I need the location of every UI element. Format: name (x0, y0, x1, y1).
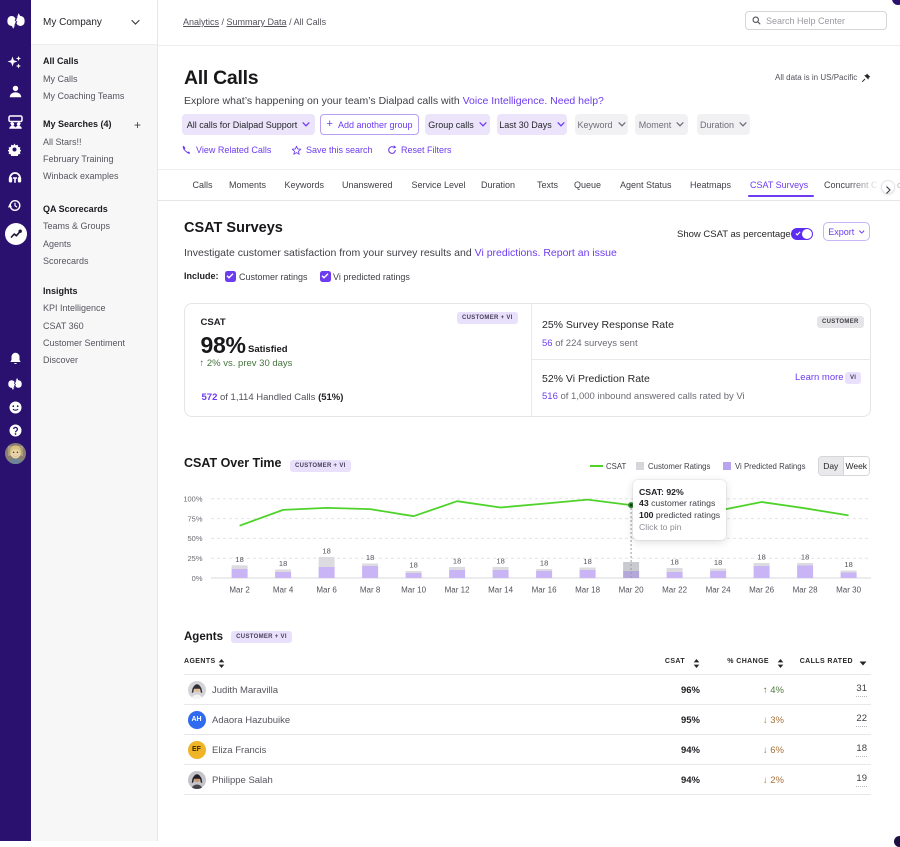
svg-text:50%: 50% (187, 534, 202, 543)
svg-text:18: 18 (496, 557, 504, 566)
svg-text:18: 18 (583, 557, 591, 566)
svg-text:Mar 10: Mar 10 (401, 586, 426, 595)
svg-text:18: 18 (409, 561, 417, 570)
svg-text:Mar 30: Mar 30 (836, 586, 861, 595)
svg-text:Mar 26: Mar 26 (749, 586, 774, 595)
svg-text:18: 18 (235, 555, 243, 564)
svg-text:Mar 28: Mar 28 (793, 586, 818, 595)
svg-text:Mar 14: Mar 14 (488, 586, 513, 595)
svg-text:18: 18 (670, 558, 678, 567)
svg-text:100%: 100% (184, 495, 203, 504)
svg-text:18: 18 (366, 553, 374, 562)
svg-text:Mar 18: Mar 18 (575, 586, 600, 595)
svg-text:75%: 75% (187, 514, 202, 523)
svg-text:18: 18 (540, 559, 548, 568)
svg-text:Mar 20: Mar 20 (619, 586, 644, 595)
svg-text:0%: 0% (192, 574, 203, 583)
svg-text:18: 18 (844, 560, 852, 569)
svg-text:18: 18 (279, 559, 287, 568)
svg-text:Mar 12: Mar 12 (445, 586, 470, 595)
svg-text:Mar 4: Mar 4 (273, 586, 294, 595)
svg-text:18: 18 (453, 557, 461, 566)
svg-text:Mar 6: Mar 6 (316, 586, 337, 595)
svg-text:18: 18 (714, 558, 722, 567)
svg-text:Mar 22: Mar 22 (662, 586, 687, 595)
svg-text:Mar 24: Mar 24 (706, 586, 731, 595)
svg-text:Mar 8: Mar 8 (360, 586, 381, 595)
svg-text:18: 18 (801, 553, 809, 562)
svg-text:18: 18 (322, 547, 330, 556)
svg-text:18: 18 (757, 553, 765, 562)
svg-text:Mar 16: Mar 16 (532, 586, 557, 595)
svg-text:Mar 2: Mar 2 (229, 586, 250, 595)
svg-text:25%: 25% (187, 554, 202, 563)
